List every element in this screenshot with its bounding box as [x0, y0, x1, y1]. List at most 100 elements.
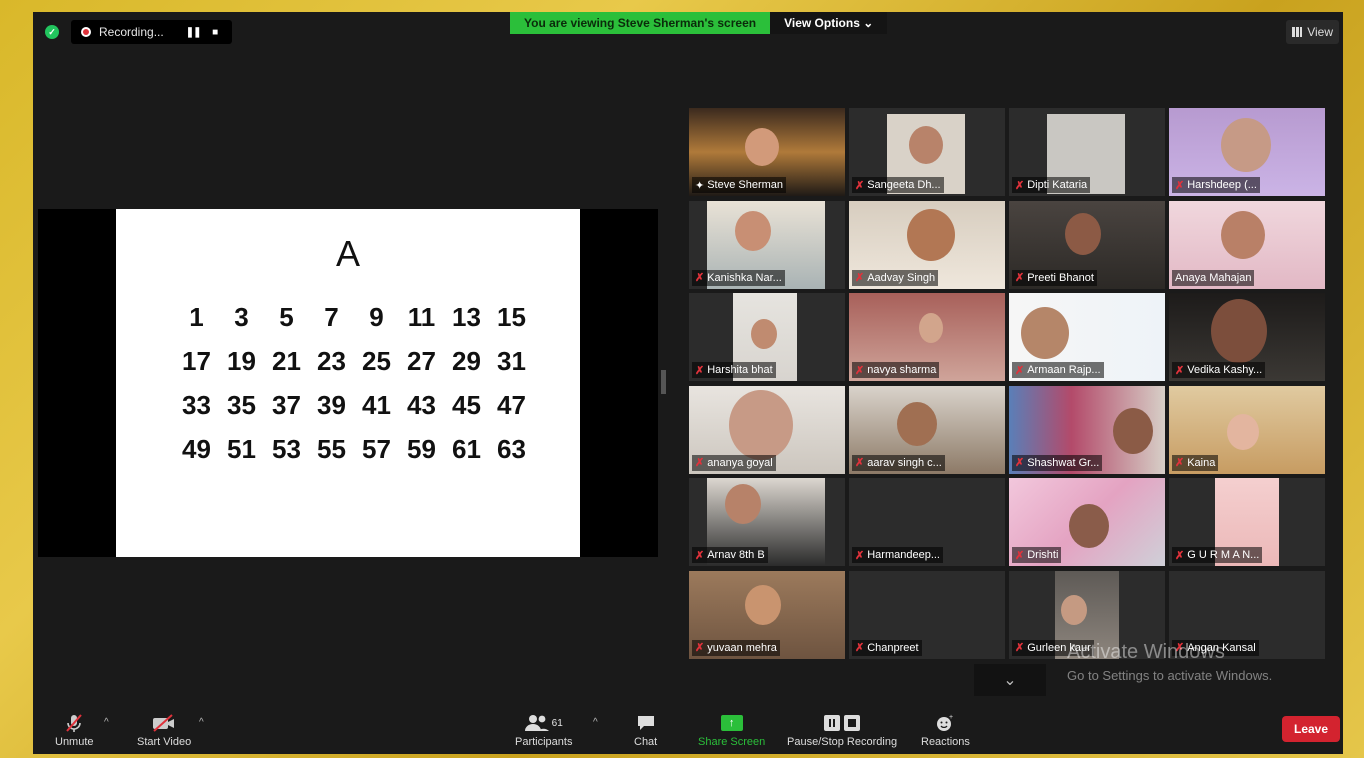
participant-name: aarav singh c...	[867, 456, 942, 469]
mic-muted-icon: ✗	[695, 642, 705, 654]
view-options-button[interactable]: View Options ⌄	[770, 12, 888, 34]
view-button[interactable]: View	[1286, 20, 1339, 44]
mic-muted-icon: ✗	[695, 272, 705, 284]
participants-caret-icon[interactable]: ^	[593, 717, 598, 728]
participant-tile[interactable]: ✗ yuvaan mehra	[689, 570, 845, 659]
participant-name: yuvaan mehra	[707, 641, 777, 654]
participant-tile[interactable]: ✦ Steve Sherman	[689, 108, 845, 196]
pause-recording-icon[interactable]: ❚❚	[186, 27, 202, 38]
leave-meeting-button[interactable]: Leave	[1282, 716, 1340, 742]
participant-tile[interactable]: ✗ Kaina	[1169, 385, 1325, 474]
participant-tile[interactable]: ✗ Drishti	[1009, 478, 1165, 566]
shield-check-icon[interactable]: ✓	[45, 25, 59, 39]
meeting-toolbar: Unmute ^ Start Video ^ 61 Participants ^…	[33, 698, 1343, 754]
participant-face	[729, 389, 793, 460]
reactions-label: Reactions	[921, 736, 970, 748]
start-video-button[interactable]: Start Video	[137, 710, 191, 748]
participant-name-tag: ✗ Kanishka Nar...	[692, 269, 785, 286]
participants-button[interactable]: 61 Participants	[515, 710, 572, 748]
participant-name-tag: ✗ Arnav 8th B	[692, 547, 768, 563]
participant-tile[interactable]: ✗ Preeti Bhanot	[1009, 200, 1165, 289]
participant-tile[interactable]: ✗ Kanishka Nar...	[689, 200, 845, 289]
recording-label: Recording...	[99, 25, 164, 39]
mic-muted-icon: ✗	[855, 179, 865, 192]
slide-number: 7	[324, 301, 339, 332]
slide-number: 3	[234, 301, 249, 332]
reactions-button[interactable]: + Reactions	[921, 710, 970, 748]
slide-number: 17	[182, 345, 211, 376]
video-options-caret-icon[interactable]: ^	[199, 717, 204, 728]
unmute-label: Unmute	[55, 736, 94, 748]
participant-name: Vedika Kashy...	[1187, 364, 1263, 376]
participant-tile[interactable]: ✗ Vedika Kashy...	[1169, 293, 1325, 381]
pin-icon: ✦	[695, 179, 705, 192]
participant-name: Dipti Kataria	[1027, 179, 1088, 191]
record-dot-icon	[81, 27, 91, 37]
grid-icon	[1292, 27, 1303, 37]
participant-tile[interactable]: ✗ G U R M A N...	[1169, 478, 1325, 566]
participant-tile[interactable]: ✗ Armaan Rajp...	[1009, 293, 1165, 381]
share-screen-button[interactable]: ↑ Share Screen	[698, 710, 765, 748]
participant-tile[interactable]: ✗ Harmandeep...	[849, 478, 1005, 566]
slide-number: 61	[452, 433, 481, 464]
stop-recording-icon[interactable]: ■	[208, 27, 222, 38]
audio-options-caret-icon[interactable]: ^	[104, 717, 109, 728]
slide-number: 35	[227, 389, 256, 420]
participant-name-tag: ✗ ananya goyal	[692, 454, 776, 471]
participant-name: G U R M A N...	[1187, 549, 1260, 561]
participant-face	[1227, 413, 1259, 450]
view-button-label: View	[1307, 25, 1333, 39]
slide-number: 47	[497, 389, 526, 420]
participant-tile[interactable]: ✗ aarav singh c...	[849, 385, 1005, 474]
participant-name-tag: ✗ G U R M A N...	[1172, 547, 1263, 563]
participant-tile[interactable]: ✗ Sangeeta Dh...	[849, 108, 1005, 196]
gallery-next-page-button[interactable]: ⌄	[974, 664, 1046, 696]
mic-muted-icon	[63, 710, 85, 736]
chat-button[interactable]: Chat	[634, 710, 657, 748]
mic-muted-icon: ✗	[1175, 364, 1185, 377]
participant-tile[interactable]: ✗ Dipti Kataria	[1009, 108, 1165, 196]
participant-tile[interactable]: ✗ navya sharma	[849, 293, 1005, 381]
participant-tile[interactable]: ✗ Aadvay Singh	[849, 200, 1005, 289]
participant-name-tag: ✗ Sangeeta Dh...	[852, 177, 944, 193]
chat-label: Chat	[634, 736, 658, 748]
participant-tile[interactable]: ✗ Harshita bhat	[689, 293, 845, 381]
slide-number: 51	[227, 433, 256, 464]
share-screen-icon: ↑	[720, 710, 743, 736]
participant-name: Shashwat Gr...	[1027, 456, 1100, 469]
participant-face	[1061, 594, 1087, 625]
participant-name-tag: ✗ Harmandeep...	[852, 547, 943, 563]
slide-number: 1	[189, 301, 204, 332]
watermark-subtitle: Go to Settings to activate Windows.	[1067, 668, 1273, 683]
mic-muted-icon: ✗	[1175, 549, 1185, 562]
participant-face	[1221, 210, 1265, 259]
pause-stop-recording-button[interactable]: Pause/Stop Recording	[787, 710, 897, 748]
participant-name: Arnav 8th B	[707, 549, 765, 561]
participant-name-tag: ✦ Steve Sherman	[692, 177, 787, 193]
unmute-button[interactable]: Unmute	[55, 710, 94, 748]
participant-tile[interactable]: Anaya Mahajan	[1169, 200, 1325, 289]
participant-tile[interactable]: ✗ ananya goyal	[689, 385, 845, 474]
panel-resize-handle[interactable]	[661, 370, 666, 394]
participant-tile[interactable]: ✗ Arnav 8th B	[689, 478, 845, 566]
participant-tile[interactable]: ✗ Harshdeep (...	[1169, 108, 1325, 196]
participant-name: ananya goyal	[707, 456, 773, 469]
share-screen-label: Share Screen	[698, 736, 766, 748]
participants-label: Participants	[515, 736, 573, 748]
slide-number: 15	[497, 301, 526, 332]
slide-number: 31	[497, 345, 526, 376]
slide-number: 43	[407, 389, 436, 420]
mic-muted-icon: ✗	[855, 364, 865, 377]
participant-face	[909, 126, 943, 164]
participant-name-tag: ✗ Drishti	[1012, 547, 1062, 563]
slide-number: 5	[279, 301, 294, 332]
participant-name: Kanishka Nar...	[707, 271, 782, 284]
participant-tile[interactable]: ✗ Chanpreet	[849, 570, 1005, 659]
slide-number: 49	[182, 433, 211, 464]
participant-tile[interactable]: ✗ Shashwat Gr...	[1009, 385, 1165, 474]
participant-face	[1221, 118, 1271, 172]
mic-muted-icon: ✗	[1175, 457, 1185, 469]
participant-face	[751, 319, 777, 349]
participant-name: Armaan Rajp...	[1027, 364, 1101, 376]
slide-number: 19	[227, 345, 256, 376]
